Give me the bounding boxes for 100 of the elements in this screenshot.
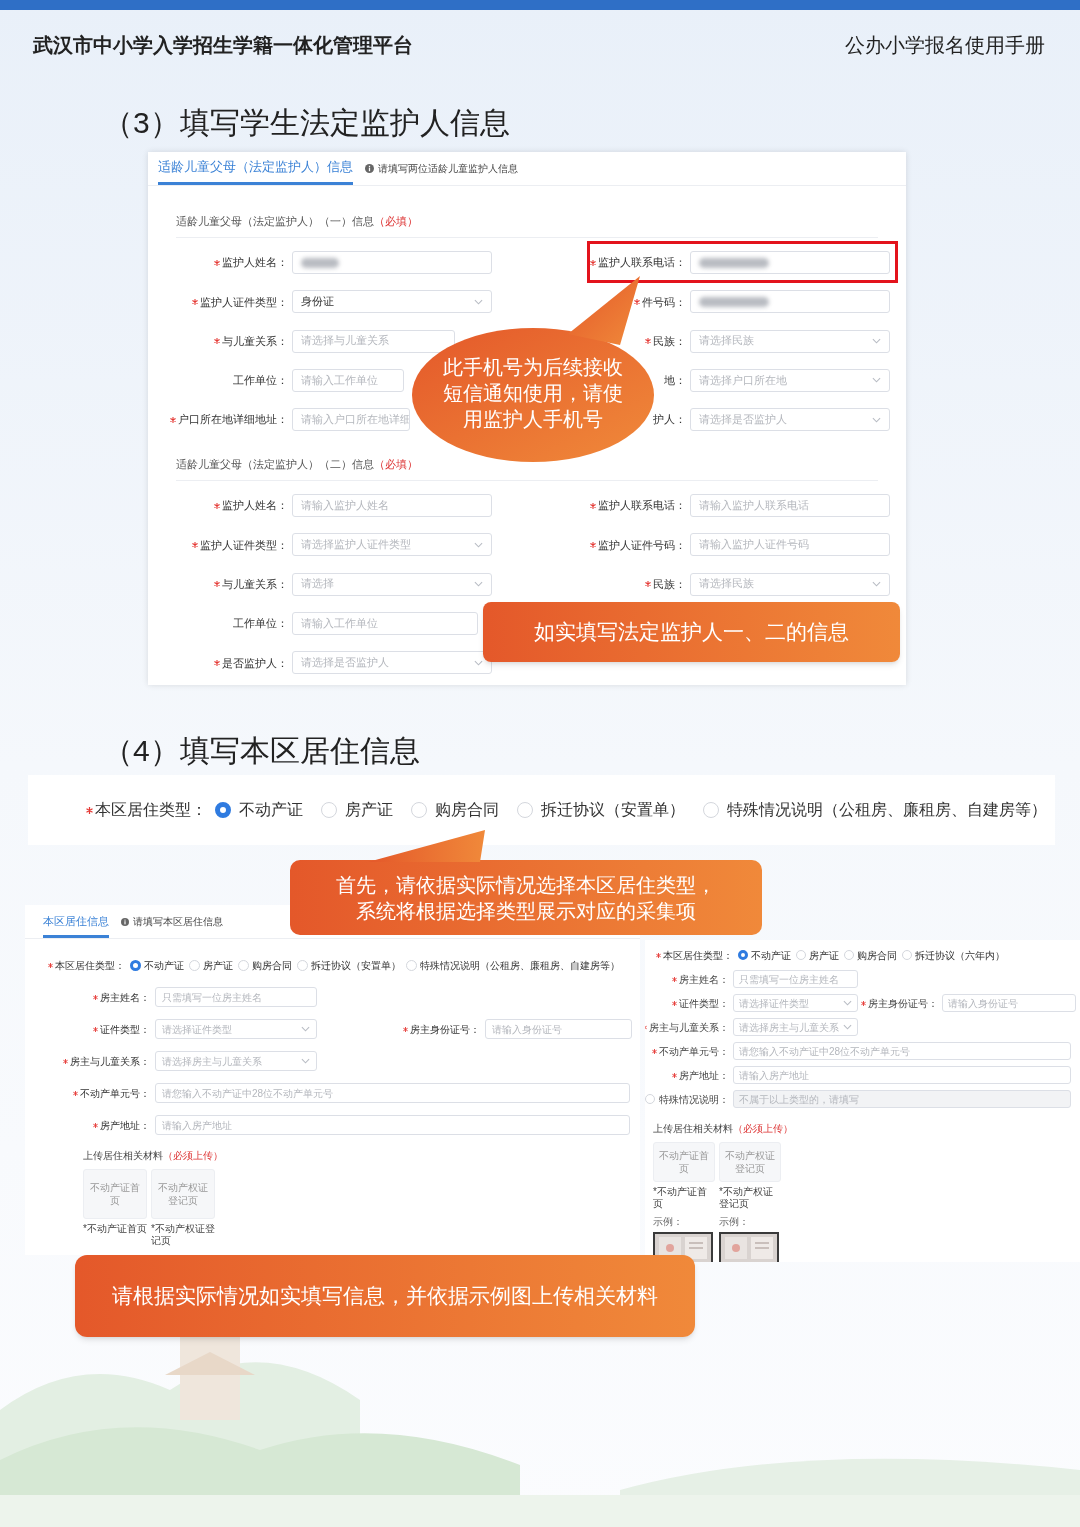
input-field[interactable]: 请输入身份证号 xyxy=(485,1019,632,1039)
input-field[interactable]: 请输入房产地址 xyxy=(733,1066,1071,1084)
select-field[interactable]: 请选择房主与儿童关系 xyxy=(155,1051,317,1071)
field-label: 本区居住类型： xyxy=(95,800,207,820)
required-note: （必须上传） xyxy=(733,1122,793,1136)
example-label: 示例： xyxy=(719,1216,750,1228)
radio-label[interactable]: 购房合同 xyxy=(435,798,499,822)
field-label: 不动产单元号： xyxy=(80,1086,150,1101)
chevron-down-icon xyxy=(474,542,483,548)
chevron-down-icon xyxy=(474,659,483,666)
chevron-down-icon xyxy=(474,581,483,588)
select-field[interactable]: 请选择房主与儿童关系 xyxy=(733,1018,858,1036)
field-label: 监护人证件号码： xyxy=(598,537,686,553)
tab[interactable]: 本区居住信息 xyxy=(43,912,109,938)
tab-hint: 请填写本区居住信息 xyxy=(133,915,223,929)
radio-label[interactable]: 拆迁协议（安置单） xyxy=(541,798,685,822)
required-note: （必填） xyxy=(374,213,418,229)
field-label: 监护人证件类型： xyxy=(200,537,288,553)
upload-title: 上传居住相关材料 xyxy=(653,1122,733,1136)
upload-caption: *不动产权证登记页 xyxy=(719,1186,774,1210)
field-label: 与儿童关系： xyxy=(222,577,288,593)
input-field[interactable] xyxy=(690,251,890,274)
radio-label[interactable]: 购房合同 xyxy=(252,957,292,973)
info-icon xyxy=(365,164,374,173)
input-field[interactable]: 请输入监护人姓名 xyxy=(292,494,492,518)
required-note: （必须上传） xyxy=(163,1149,223,1163)
select-field[interactable]: 请选择证件类型 xyxy=(733,994,858,1012)
input-field[interactable]: 请输入身份证号 xyxy=(942,994,1076,1012)
chevron-down-icon xyxy=(474,298,483,305)
field-label: 工作单位： xyxy=(233,616,288,632)
radio-label[interactable]: 特殊情况说明（公租房、廉租房、自建房等） xyxy=(727,798,1047,822)
manual-title: 公办小学报名使用手册 xyxy=(845,33,1045,58)
chevron-down-icon xyxy=(872,338,881,345)
upload-title: 上传居住相关材料 xyxy=(83,1149,163,1163)
field-label: 房主姓名： xyxy=(100,990,150,1005)
select-field[interactable]: 身份证 xyxy=(292,290,492,314)
field-label: 房产地址： xyxy=(679,1068,729,1083)
select-field[interactable]: 请选择证件类型 xyxy=(155,1019,317,1039)
field-label: 房主与儿童关系： xyxy=(70,1054,150,1069)
chevron-down-icon xyxy=(872,581,881,588)
select-field[interactable]: 请选择民族 xyxy=(690,329,890,353)
field-label: 监护人联系电话： xyxy=(598,255,686,271)
input-field[interactable]: 请您输入不动产证中28位不动产单元号 xyxy=(733,1042,1071,1060)
select-field[interactable]: 请选择 xyxy=(292,572,492,596)
input-field[interactable]: 请输入工作单位 xyxy=(292,612,478,636)
tab[interactable]: 适龄儿童父母（法定监护人）信息 xyxy=(158,156,353,185)
upload-tile[interactable]: 不动产权证登记页 xyxy=(719,1142,781,1182)
radio-label[interactable]: 拆迁协议（六年内） xyxy=(915,947,1005,963)
radio-label[interactable]: 特殊情况说明（公租房、廉租房、自建房等） xyxy=(420,957,620,973)
section-title: 适龄儿童父母（法定监护人）（一）信息 xyxy=(176,213,374,229)
chevron-down-icon xyxy=(301,1026,310,1032)
upload-tile[interactable]: 不动产证首页 xyxy=(653,1142,715,1182)
example-label: 示例： xyxy=(653,1216,684,1228)
field-label: 特殊情况说明： xyxy=(659,1092,729,1107)
input-field[interactable]: 请输入工作单位 xyxy=(292,368,404,392)
radio-button[interactable] xyxy=(130,959,141,971)
chevron-down-icon xyxy=(843,1024,852,1030)
radio-label[interactable]: 房产证 xyxy=(203,957,233,973)
tip-banner: 请根据实际情况如实填写信息，并依据示例图上传相关材料 xyxy=(75,1255,695,1337)
select-field[interactable]: 请选择与儿童关系 xyxy=(292,329,455,353)
tip-banner: 如实填写法定监护人一、二的信息 xyxy=(483,602,900,662)
input-field[interactable]: 请输入监护人证件号码 xyxy=(690,533,890,557)
select-field[interactable]: 请选择户口所在地 xyxy=(690,368,890,392)
radio-label[interactable]: 不动产证 xyxy=(144,957,184,973)
radio-label[interactable]: 房产证 xyxy=(809,947,839,963)
upload-caption: *不动产证首页 xyxy=(653,1186,708,1210)
upload-caption: *不动产权证登记页 xyxy=(151,1223,215,1247)
field-label: 地： xyxy=(664,373,686,389)
upload-tile[interactable]: 不动产证首页 xyxy=(83,1169,147,1219)
input-field[interactable] xyxy=(292,251,492,274)
radio-label[interactable]: 房产证 xyxy=(345,798,393,822)
bubble-text: 此手机号为后续接收 短信通知使用，请使 用监护人手机号 xyxy=(443,355,623,432)
radio-label[interactable]: 不动产证 xyxy=(239,798,303,822)
radio-button[interactable] xyxy=(738,950,748,960)
select-field[interactable]: 请选择民族 xyxy=(690,572,890,596)
input-field[interactable]: 请输入监护人联系电话 xyxy=(690,494,890,518)
field-label: 房产地址： xyxy=(100,1118,150,1133)
tab-hint: 请填写两位适龄儿童监护人信息 xyxy=(378,162,518,176)
chevron-down-icon xyxy=(301,1058,310,1064)
field-label: 房主姓名： xyxy=(679,972,729,987)
step-heading: （3）填写学生法定监护人信息 xyxy=(103,105,511,141)
radio-button[interactable] xyxy=(215,802,231,818)
input-field[interactable] xyxy=(690,290,890,314)
field-label: 本区居住类型： xyxy=(663,948,733,963)
chevron-down-icon xyxy=(872,377,881,384)
input-field[interactable]: 请您输入不动产证中28位不动产单元号 xyxy=(155,1083,630,1103)
radio-label[interactable]: 购房合同 xyxy=(857,947,897,963)
select-field[interactable]: 请选择是否监护人 xyxy=(292,651,492,675)
field-label: 监护人姓名： xyxy=(222,498,288,514)
required-note: （必填） xyxy=(374,456,418,472)
radio-label[interactable]: 拆迁协议（安置单） xyxy=(311,957,401,973)
chevron-down-icon xyxy=(872,416,881,423)
field-label: 房主与儿童关系： xyxy=(649,1020,729,1035)
select-field[interactable]: 请选择监护人证件类型 xyxy=(292,533,492,557)
input-field[interactable]: 请输入房产地址 xyxy=(155,1115,630,1135)
upload-tile[interactable]: 不动产权证登记页 xyxy=(151,1169,215,1219)
radio-label[interactable]: 不动产证 xyxy=(751,947,791,963)
field-label: 与儿童关系： xyxy=(222,333,288,349)
field-label: 监护人联系电话： xyxy=(598,498,686,514)
select-field[interactable]: 请选择是否监护人 xyxy=(690,408,890,432)
